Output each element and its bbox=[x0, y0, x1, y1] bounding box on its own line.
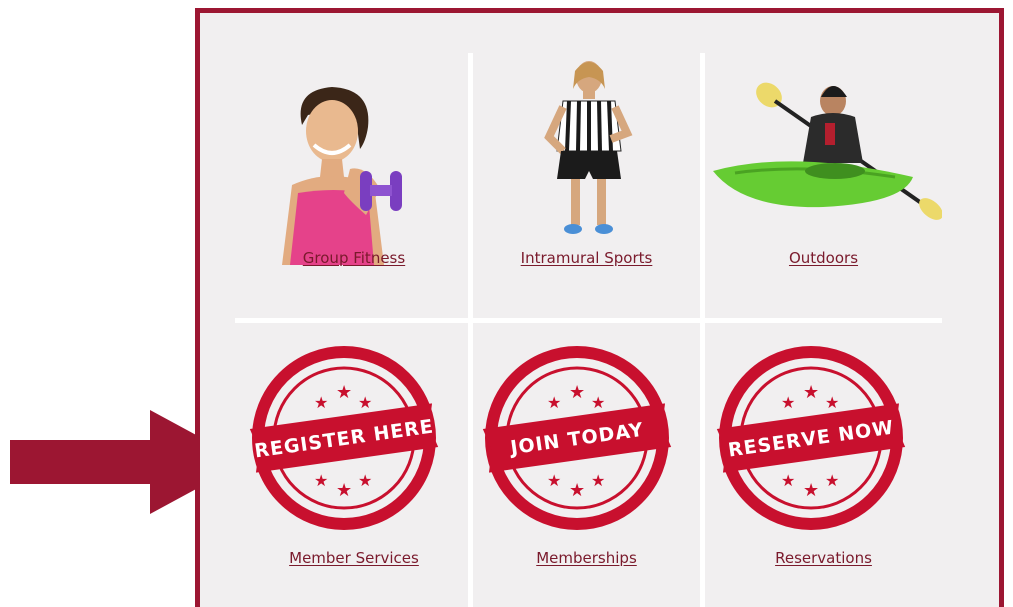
tile-outdoors: Outdoors bbox=[705, 53, 942, 318]
tile-memberships: ★ ★ ★ ★ ★ ★ JOIN TODAY Memberships bbox=[473, 323, 700, 607]
man-in-kayak-photo[interactable] bbox=[705, 53, 942, 318]
outdoors-link[interactable]: Outdoors bbox=[705, 249, 942, 267]
svg-text:★: ★ bbox=[358, 393, 372, 412]
svg-text:★: ★ bbox=[547, 393, 561, 412]
svg-text:★: ★ bbox=[591, 393, 605, 412]
svg-text:★: ★ bbox=[591, 471, 605, 490]
svg-text:★: ★ bbox=[569, 382, 585, 403]
referee-photo[interactable] bbox=[473, 53, 700, 318]
tile-group-fitness: Group Fitness bbox=[240, 53, 468, 318]
svg-text:★: ★ bbox=[358, 471, 372, 490]
services-panel: Group Fitness Intramural Sports Outdoors… bbox=[195, 8, 1004, 607]
member-services-link[interactable]: Member Services bbox=[240, 549, 468, 567]
svg-text:★: ★ bbox=[547, 471, 561, 490]
memberships-link[interactable]: Memberships bbox=[473, 549, 700, 567]
reservations-link[interactable]: Reservations bbox=[705, 549, 942, 567]
tile-member-services: ★ ★ ★ ★ ★ ★ REGISTER HERE Member Service… bbox=[240, 323, 468, 607]
tile-intramural-sports: Intramural Sports bbox=[473, 53, 700, 318]
svg-text:★: ★ bbox=[803, 382, 819, 403]
page: Group Fitness Intramural Sports Outdoors… bbox=[0, 0, 1013, 607]
svg-text:★: ★ bbox=[314, 393, 328, 412]
svg-text:★: ★ bbox=[336, 382, 352, 403]
svg-text:★: ★ bbox=[803, 480, 819, 501]
svg-text:★: ★ bbox=[336, 480, 352, 501]
svg-text:★: ★ bbox=[781, 471, 795, 490]
svg-text:★: ★ bbox=[825, 471, 839, 490]
woman-with-dumbbell-photo[interactable] bbox=[240, 53, 468, 318]
svg-text:★: ★ bbox=[781, 393, 795, 412]
svg-text:★: ★ bbox=[569, 480, 585, 501]
intramural-sports-link[interactable]: Intramural Sports bbox=[473, 249, 700, 267]
svg-text:★: ★ bbox=[825, 393, 839, 412]
group-fitness-link[interactable]: Group Fitness bbox=[240, 249, 468, 267]
svg-text:★: ★ bbox=[314, 471, 328, 490]
tile-reservations: ★ ★ ★ ★ ★ ★ RESERVE NOW Reservations bbox=[705, 323, 942, 607]
